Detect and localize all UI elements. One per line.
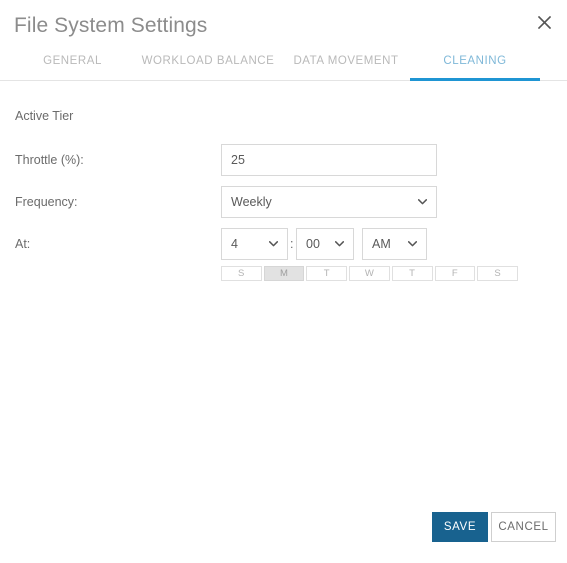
tab-cleaning[interactable]: CLEANING: [410, 55, 540, 81]
save-button[interactable]: SAVE: [432, 512, 488, 542]
frequency-select[interactable]: Weekly: [221, 186, 437, 218]
tab-workload-balance[interactable]: WORKLOAD BALANCE: [132, 55, 284, 80]
chevron-down-icon: [408, 241, 417, 247]
file-system-settings-dialog: File System Settings GENERAL WORKLOAD BA…: [0, 0, 567, 563]
throttle-label: Throttle (%):: [15, 153, 84, 167]
close-button[interactable]: [533, 11, 555, 33]
weekday-cell-wednesday[interactable]: W: [349, 266, 390, 281]
hour-select-value: 4: [231, 237, 238, 251]
meridiem-select[interactable]: AM: [362, 228, 427, 260]
at-label: At:: [15, 237, 31, 251]
settings-form: Active Tier Throttle (%): Frequency: Wee…: [0, 82, 567, 482]
dialog-footer: SAVE CANCEL: [0, 512, 567, 546]
frequency-row: Frequency: Weekly: [0, 186, 567, 218]
chevron-down-icon: [418, 199, 427, 205]
cancel-button[interactable]: CANCEL: [491, 512, 556, 542]
weekday-cell-friday[interactable]: F: [434, 266, 476, 281]
active-tier-section-label: Active Tier: [15, 109, 74, 123]
tab-general[interactable]: GENERAL: [25, 55, 120, 80]
hour-select[interactable]: 4: [221, 228, 288, 260]
chevron-down-icon: [269, 241, 278, 247]
minute-select[interactable]: 00: [296, 228, 354, 260]
frequency-label: Frequency:: [15, 195, 78, 209]
at-row: At: 4 : 00 AM S M T W T F S: [0, 228, 567, 281]
weekday-picker[interactable]: SMTWTFS: [221, 266, 519, 281]
frequency-select-value: Weekly: [231, 195, 272, 209]
tab-data-movement[interactable]: DATA MOVEMENT: [285, 55, 407, 80]
dialog-header: File System Settings: [0, 0, 567, 52]
throttle-input[interactable]: [221, 144, 437, 176]
minute-select-value: 00: [306, 237, 320, 251]
chevron-down-icon: [335, 241, 344, 247]
meridiem-select-value: AM: [372, 237, 391, 251]
page-title: File System Settings: [14, 14, 208, 37]
tab-bar: GENERAL WORKLOAD BALANCE DATA MOVEMENT C…: [0, 55, 567, 81]
weekday-cell-sunday[interactable]: S: [221, 266, 262, 281]
time-separator: :: [290, 237, 294, 251]
weekday-cell-tuesday[interactable]: T: [306, 266, 348, 281]
throttle-row: Throttle (%):: [0, 144, 567, 176]
weekday-cell-saturday[interactable]: S: [477, 266, 519, 281]
weekday-cell-monday[interactable]: M: [263, 266, 305, 281]
close-icon: [537, 15, 551, 29]
weekday-cell-thursday[interactable]: T: [391, 266, 433, 281]
